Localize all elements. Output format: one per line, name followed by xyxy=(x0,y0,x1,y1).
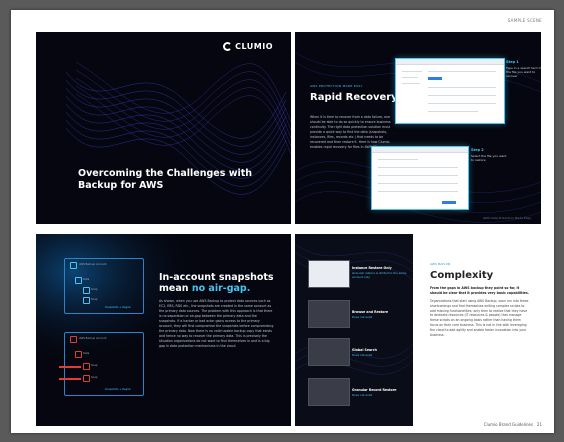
diagram-label-bottom: AWS Backup Account xyxy=(79,337,107,340)
diagram-region-label: Snapshots + Region xyxy=(105,306,132,309)
snapshots-title: In-account snapshots mean no air-gap. xyxy=(159,272,279,294)
step2-label: Step 2 xyxy=(471,148,484,152)
feature-sub: Granular restore is limited to the same … xyxy=(352,271,407,279)
complexity-lead: From the gaps in AWS backup they point s… xyxy=(430,286,529,295)
spread-1: CLUMIO Overcoming the Challenges with Ba… xyxy=(36,32,541,224)
wave-pattern xyxy=(65,61,291,195)
node-label: Snap xyxy=(91,298,98,301)
clumio-logo-icon xyxy=(223,42,233,51)
data-node-icon xyxy=(75,277,82,284)
feature-sub: Does not exist xyxy=(352,315,373,319)
step1-text: Type in a search term for the file you w… xyxy=(506,66,541,78)
snapshot-node-icon xyxy=(83,287,90,294)
feature-title: Global Search xyxy=(352,348,377,352)
data-node-icon xyxy=(75,351,82,358)
document-footer: Clumio Brand Guidelines 21 xyxy=(484,422,542,427)
step1-label: Step 1 xyxy=(506,60,519,64)
snapshots-page: AWS Backup Account Data Snap Snap Snapsh… xyxy=(36,234,291,426)
cover-page: CLUMIO Overcoming the Challenges with Ba… xyxy=(36,32,291,224)
attack-arrow-icon xyxy=(59,378,81,380)
feature-title: Granular Record Restore xyxy=(352,388,397,392)
clumio-logo: CLUMIO xyxy=(223,42,273,51)
feature-sub: Does not exist xyxy=(352,393,373,397)
node-label: Data xyxy=(83,352,90,355)
snapshot-node-icon xyxy=(83,363,90,370)
rr-kicker: AWS PROTECTION MADE EASY xyxy=(310,84,363,88)
feature-thumb xyxy=(308,260,350,288)
features-strip: Instance Restore Only Granular restore i… xyxy=(295,234,413,426)
diagram-account-top: AWS Backup Account Data Snap Snap Snapsh… xyxy=(64,258,144,314)
title-line2: mean xyxy=(159,283,192,294)
compromised-account-icon xyxy=(70,336,77,343)
guide-label: Clumio Brand Guidelines xyxy=(483,422,534,427)
node-label: Snap xyxy=(91,376,98,379)
snapshot-node-icon xyxy=(83,297,90,304)
snapshot-node-icon xyxy=(83,375,90,382)
node-label: Snap xyxy=(91,288,98,291)
diagram-label-top: AWS Backup Account xyxy=(79,263,107,266)
complexity-kicker: AWS PLUS DR xyxy=(430,262,451,266)
cover-title: Overcoming the Challenges with Backup fo… xyxy=(78,168,253,191)
complexity-page: Instance Restore Only Granular restore i… xyxy=(295,234,541,426)
search-screenshot xyxy=(395,58,505,124)
feature-thumb xyxy=(308,378,350,406)
diagram-region-label: Snapshots + Region xyxy=(105,388,132,391)
rr-body: When it is time to recover from a data f… xyxy=(310,115,391,149)
node-label: Snap xyxy=(91,364,98,367)
spread-2: AWS Backup Account Data Snap Snap Snapsh… xyxy=(36,234,541,426)
feature-title: Instance Restore Only xyxy=(352,266,392,270)
feature-title: Browse and Restore xyxy=(352,310,389,314)
sample-label: SAMPLE SCENE xyxy=(507,18,542,23)
restore-screenshot xyxy=(371,146,469,210)
account-icon xyxy=(70,262,77,269)
page-number: 21 xyxy=(536,422,542,427)
complexity-body: Organizations that start using AWS Backu… xyxy=(430,299,529,337)
feature-thumb xyxy=(308,300,350,328)
snapshots-body: As shown, when you use AWS Backup to pro… xyxy=(159,299,274,348)
attack-arrow-icon xyxy=(59,366,81,368)
title-line1: In-account snapshots xyxy=(159,272,274,283)
step2-text: Select the file you want to restore xyxy=(471,154,507,162)
feature-sub: Does not exist xyxy=(352,353,373,357)
title-accent: no air-gap. xyxy=(191,283,251,294)
diagram-account-bottom: AWS Backup Account Data Snap Snap Snapsh… xyxy=(59,332,144,396)
rapid-recovery-page: AWS PROTECTION MADE EASY Rapid Recovery … xyxy=(295,32,541,224)
node-label: Data xyxy=(83,278,90,281)
logo-text: CLUMIO xyxy=(235,42,273,51)
feature-thumb xyxy=(308,338,350,366)
complexity-title: Complexity xyxy=(430,270,494,281)
rr-page-footer: AWS Data Protection Made Easy xyxy=(482,216,531,220)
rr-title: Rapid Recovery xyxy=(310,92,398,103)
document-sheet: SAMPLE SCENE CLUMIO Overcoming the Chall… xyxy=(11,10,554,433)
